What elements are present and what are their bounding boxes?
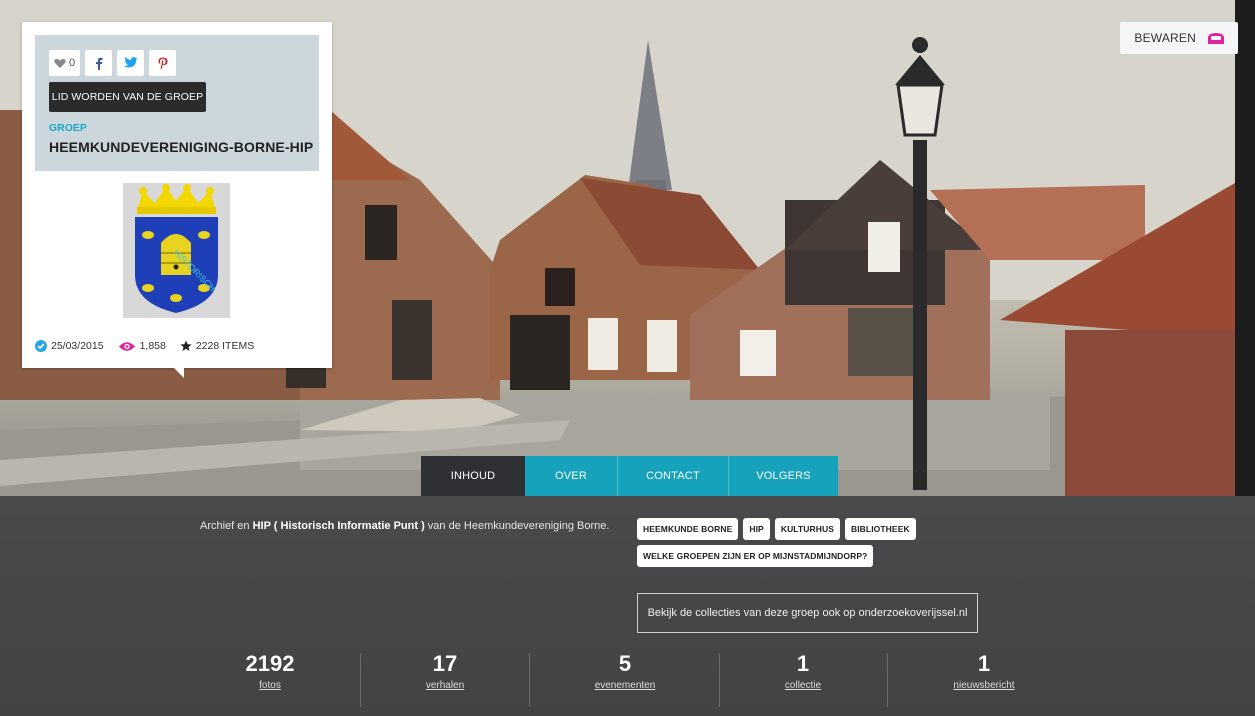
tab-volgers[interactable]: VOLGERS	[729, 456, 838, 496]
save-icon	[1208, 32, 1224, 44]
heart-icon	[54, 58, 66, 68]
created-date-value: 25/03/2015	[51, 340, 104, 352]
group-name[interactable]: HEEMKUNDEVERENIGING-BORNE-HIP	[49, 139, 313, 155]
like-button[interactable]: 0	[49, 50, 81, 76]
stat-number: 17	[432, 651, 458, 676]
stat-fotos: 2192 fotos	[220, 651, 320, 691]
group-type-label: GROEP	[49, 122, 87, 134]
stat-divider	[360, 653, 361, 707]
star-icon	[180, 340, 192, 351]
pinterest-share-button[interactable]	[149, 50, 177, 76]
description-prefix: Archief en	[200, 520, 253, 532]
group-card: 0 LID WORDEN VAN DE GROEP GROEP HEEMKUND…	[22, 22, 332, 378]
stat-number: 2192	[245, 651, 295, 676]
stat-verhalen: 17 verhalen	[395, 651, 495, 691]
tag-heemkunde-borne[interactable]: HEEMKUNDE BORNE	[637, 518, 739, 540]
tab-inhoud[interactable]: INHOUD	[421, 456, 525, 496]
stat-link[interactable]: collectie	[753, 680, 853, 691]
twitter-icon	[123, 57, 138, 68]
twitter-share-button[interactable]	[117, 50, 145, 76]
eye-icon	[118, 341, 135, 351]
stat-number: 1	[977, 651, 991, 676]
group-description: Archief en HIP ( Historisch Informatie P…	[200, 520, 609, 532]
stat-link[interactable]: nieuwsbericht	[934, 680, 1034, 691]
group-content: Archief en HIP ( Historisch Informatie P…	[0, 496, 1255, 716]
tag-hip[interactable]: HIP	[743, 518, 770, 540]
tag-kulturhus[interactable]: KULTURHUS	[774, 518, 840, 540]
like-count: 0	[69, 57, 76, 69]
stat-divider	[887, 653, 888, 707]
social-buttons: 0	[49, 50, 177, 76]
group-card-header: 0 LID WORDEN VAN DE GROEP GROEP HEEMKUND…	[35, 35, 319, 171]
join-group-button[interactable]: LID WORDEN VAN DE GROEP	[49, 82, 206, 112]
description-bold: HIP ( Historisch Informatie Punt )	[252, 520, 425, 532]
facebook-share-button[interactable]	[85, 50, 113, 76]
stat-link[interactable]: evenementen	[565, 680, 685, 691]
stat-evenementen: 5 evenementen	[565, 651, 685, 691]
stat-link[interactable]: verhalen	[395, 680, 495, 691]
stat-nieuwsbericht: 1 nieuwsbericht	[934, 651, 1034, 691]
bewaren-label: BEWAREN	[1134, 31, 1196, 45]
check-circle-icon	[35, 340, 47, 352]
item-count: 2228 ITEMS	[180, 340, 254, 352]
item-count-value: 2228 ITEMS	[195, 340, 255, 352]
description-suffix: van de Heemkundevereniging Borne.	[424, 520, 610, 532]
bewaren-button[interactable]: BEWAREN	[1120, 22, 1238, 54]
stat-number: 1	[796, 651, 810, 676]
tag-welke-groepen[interactable]: WELKE GROEPEN ZIJN ER OP MIJNSTADMIJNDOR…	[637, 545, 874, 567]
tag-bibliotheek[interactable]: BIBLIOTHEEK	[844, 518, 916, 540]
group-stats: 2192 fotos 17 verhalen 5 evenementen 1 c…	[180, 651, 1080, 709]
facebook-icon	[95, 57, 103, 70]
created-date: 25/03/2015	[35, 340, 104, 352]
stat-divider	[529, 653, 530, 707]
stat-divider	[719, 653, 720, 707]
tab-over[interactable]: OVER	[525, 456, 618, 496]
stat-number: 5	[618, 651, 632, 676]
pinterest-icon	[158, 57, 168, 69]
tag-list: HEEMKUNDE BORNE HIP KULTURHUS BIBLIOTHEE…	[637, 518, 917, 567]
view-count-value: 1,858	[139, 340, 166, 352]
stat-collectie: 1 collectie	[753, 651, 853, 691]
group-crest-image: HISTORISCH	[123, 183, 230, 318]
external-collection-link[interactable]: Bekijk de collecties van deze groep ook …	[637, 593, 978, 633]
group-tabs: INHOUD OVER CONTACT VOLGERS	[421, 456, 838, 496]
stat-link[interactable]: fotos	[220, 680, 320, 691]
tab-contact[interactable]: CONTACT	[618, 456, 729, 496]
group-meta: 25/03/2015 1,858 2228 ITEMS	[35, 340, 254, 352]
view-count: 1,858	[118, 340, 166, 352]
